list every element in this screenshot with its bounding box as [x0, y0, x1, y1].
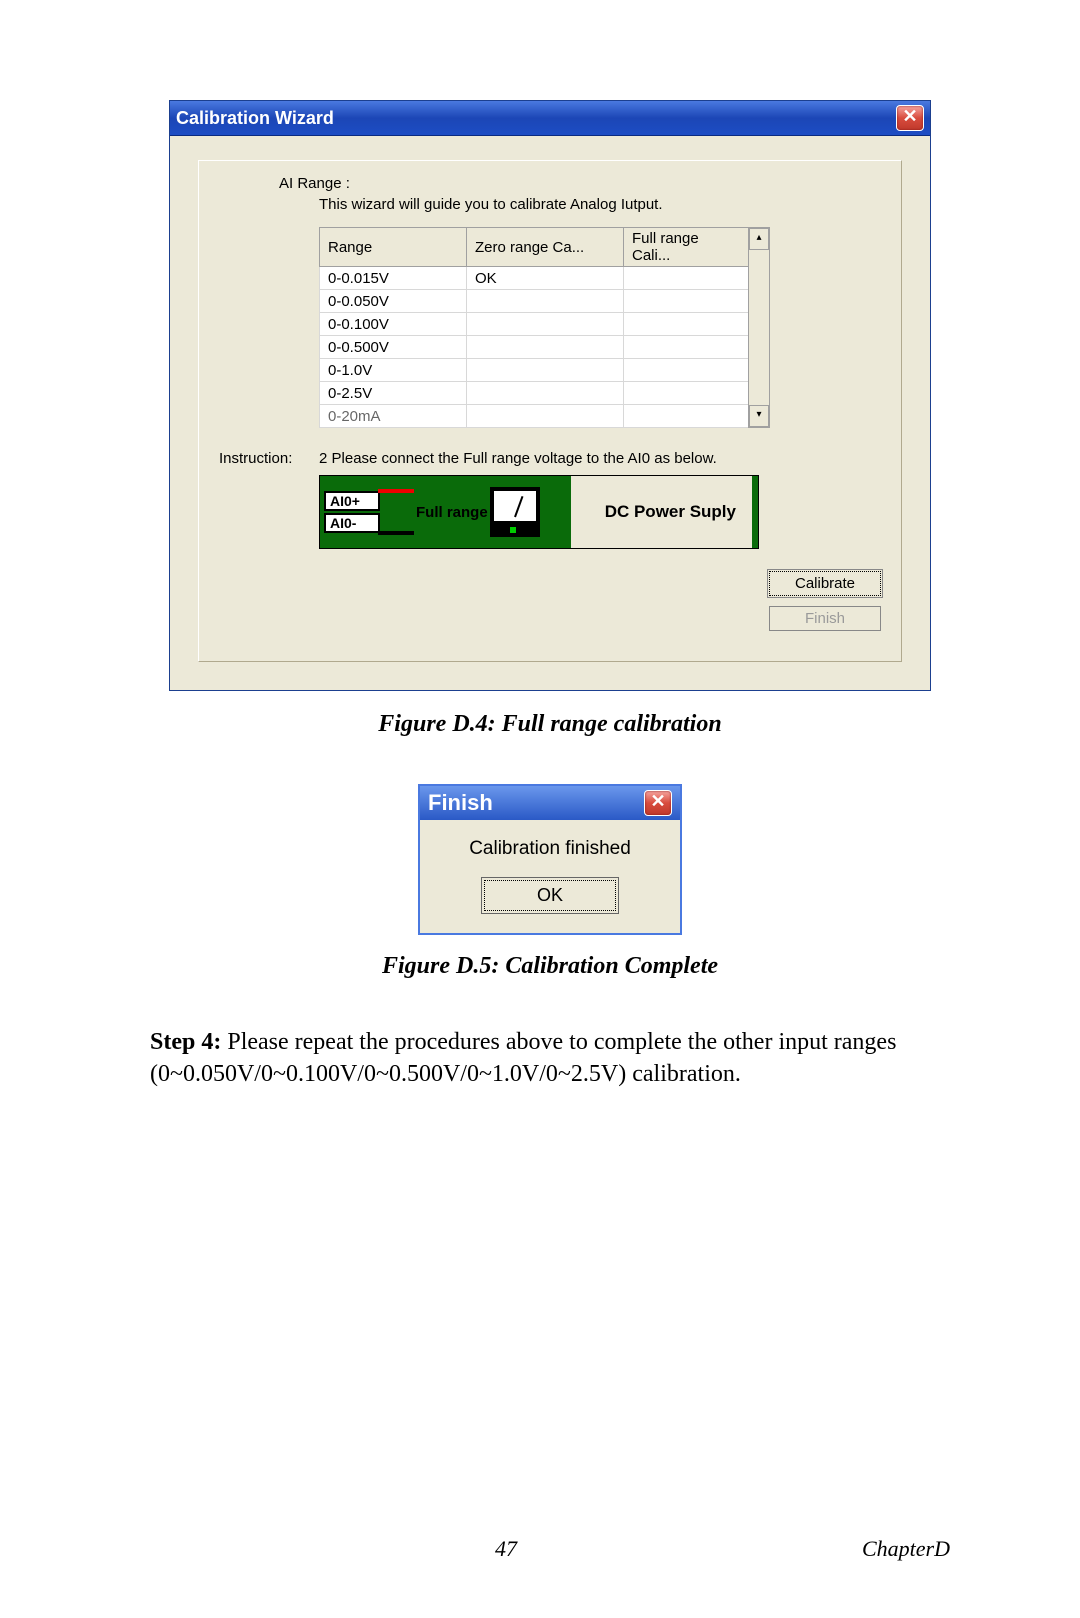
- range-table: Range Zero range Ca... Full range Cali..…: [319, 227, 749, 428]
- figure-d5-caption: Figure D.5: Calibration Complete: [150, 953, 950, 980]
- table-row: 0-0.500V: [320, 336, 749, 359]
- titlebar: Calibration Wizard ✕: [170, 101, 930, 136]
- meter-icon: [490, 487, 540, 537]
- instruction-label: Instruction:: [219, 450, 319, 467]
- full-range-label: Full range: [416, 504, 488, 521]
- page-number: 47: [495, 1536, 517, 1562]
- close-icon[interactable]: ✕: [896, 105, 924, 131]
- step4-paragraph: Step 4: Please repeat the procedures abo…: [150, 1026, 950, 1091]
- finish-titlebar: Finish ✕: [420, 786, 680, 820]
- wizard-panel: AI Range : This wizard will guide you to…: [198, 160, 902, 662]
- finish-dialog: Finish ✕ Calibration finished OK: [418, 784, 682, 935]
- wizard-subtitle: This wizard will guide you to calibrate …: [319, 196, 881, 213]
- window-title: Calibration Wizard: [176, 108, 334, 129]
- table-row: 0-1.0V: [320, 359, 749, 382]
- ai-range-label: AI Range :: [279, 175, 881, 192]
- finish-button: Finish: [769, 606, 881, 631]
- table-row: 0-0.050V: [320, 290, 749, 313]
- chapter-label: ChapterD: [862, 1536, 950, 1562]
- pin-ai0-plus: AI0+: [324, 491, 380, 511]
- calibrate-button[interactable]: Calibrate: [769, 571, 881, 596]
- calibration-wizard-window: Calibration Wizard ✕ AI Range : This wiz…: [169, 100, 931, 691]
- table-row: 0-0.100V: [320, 313, 749, 336]
- close-icon[interactable]: ✕: [644, 790, 672, 816]
- table-row: 0-2.5V: [320, 382, 749, 405]
- col-range[interactable]: Range: [320, 228, 467, 267]
- wire-black-icon: [378, 531, 414, 535]
- dc-power-label: DC Power Suply: [599, 498, 742, 526]
- finish-message: Calibration finished: [430, 838, 670, 860]
- scroll-up-icon[interactable]: ▴: [749, 228, 769, 250]
- col-full[interactable]: Full range Cali...: [624, 228, 749, 267]
- wire-red-icon: [378, 489, 414, 493]
- col-zero[interactable]: Zero range Ca...: [467, 228, 624, 267]
- figure-d4-caption: Figure D.4: Full range calibration: [150, 711, 950, 738]
- scroll-down-icon[interactable]: ▾: [749, 405, 769, 427]
- finish-title: Finish: [428, 790, 493, 816]
- step4-text: Please repeat the procedures above to co…: [150, 1029, 896, 1087]
- pin-ai0-minus: AI0-: [324, 513, 380, 533]
- ok-button[interactable]: OK: [484, 880, 616, 911]
- table-row: 0-0.015VOK: [320, 267, 749, 290]
- instruction-text: 2 Please connect the Full range voltage …: [319, 450, 717, 467]
- scrollbar[interactable]: ▴ ▾: [748, 227, 770, 428]
- table-row: 0-20mA: [320, 405, 749, 428]
- step4-label: Step 4:: [150, 1029, 227, 1055]
- wiring-diagram: AI0+ AI0- Full range DC Power Suply: [319, 475, 759, 549]
